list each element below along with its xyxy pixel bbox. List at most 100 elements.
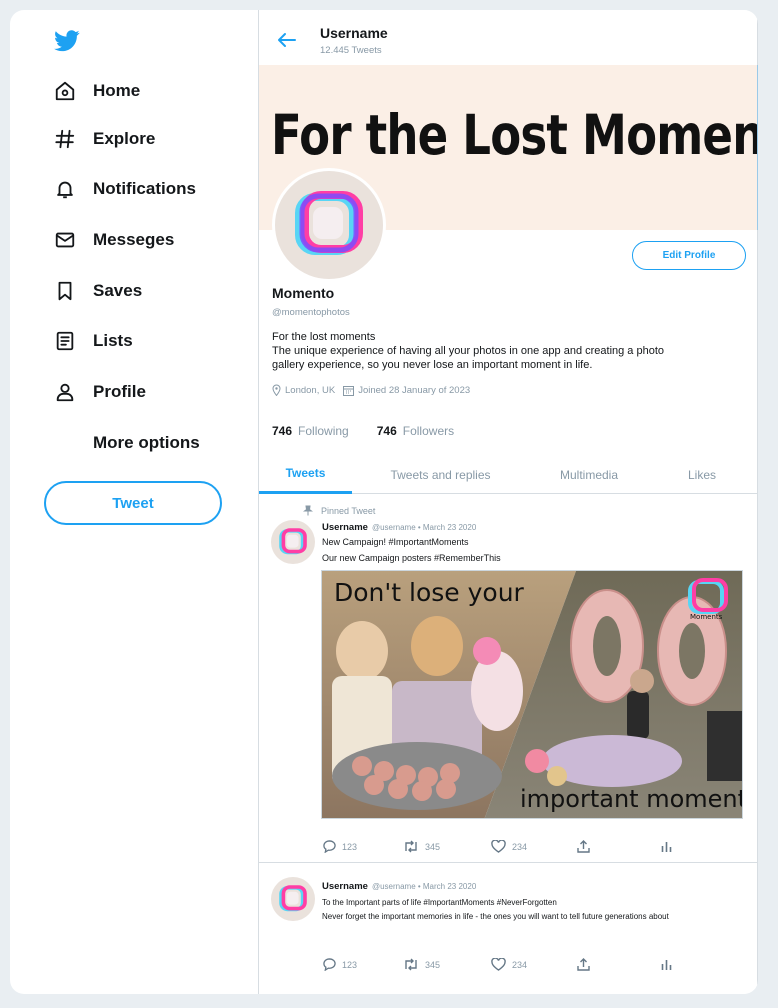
sidebar-item-label: Lists bbox=[93, 331, 133, 350]
retweet-icon bbox=[405, 840, 417, 853]
profile-name: Momento bbox=[272, 285, 335, 301]
share-button[interactable] bbox=[577, 958, 596, 971]
following-count: 746 bbox=[272, 424, 293, 438]
profile-bio: For the lost moments The unique experien… bbox=[272, 330, 672, 372]
banner-text: For the Lost Moments bbox=[271, 103, 758, 167]
sidebar-item-notifications[interactable]: Notifications bbox=[52, 174, 196, 204]
tweet-author[interactable]: Username bbox=[322, 881, 368, 892]
envelope-icon bbox=[52, 227, 78, 253]
joined-item: Joined 28 January of 2023 bbox=[343, 385, 470, 396]
sidebar-item-label: Profile bbox=[93, 382, 146, 401]
comment-icon bbox=[323, 840, 336, 853]
sidebar-item-explore[interactable]: Explore bbox=[52, 124, 155, 154]
tweet-header: Username @username • March 23 2020 bbox=[322, 881, 476, 892]
tweet-line: To the Important parts of life #Importan… bbox=[322, 898, 557, 907]
location-pin-icon bbox=[272, 384, 281, 396]
tab-tweets-and-replies[interactable]: Tweets and replies bbox=[377, 455, 504, 494]
edit-profile-button[interactable]: Edit Profile bbox=[632, 241, 746, 270]
sidebar-item-lists[interactable]: Lists bbox=[52, 326, 133, 356]
profile-handle: @momentophotos bbox=[272, 307, 350, 318]
person-icon bbox=[52, 379, 78, 405]
profile-tabs: Tweets Tweets and replies Multimedia Lik… bbox=[259, 455, 758, 494]
heart-icon bbox=[491, 840, 506, 853]
tweet-button[interactable]: Tweet bbox=[44, 481, 222, 525]
campaign-poster-image: Moments Don't lose your important moment… bbox=[322, 571, 743, 818]
sidebar-item-label: More options bbox=[93, 433, 200, 452]
back-arrow-icon[interactable] bbox=[277, 32, 297, 48]
sidebar: Home Explore Notifications Messeges Save… bbox=[10, 10, 258, 994]
more-spacer bbox=[52, 430, 78, 456]
heart-icon bbox=[491, 958, 506, 971]
profile-header-bar: Username 12.445 Tweets bbox=[259, 10, 758, 65]
pinned-label: Pinned Tweet bbox=[303, 505, 375, 516]
sidebar-item-label: Notifications bbox=[93, 179, 196, 198]
follow-stats: 746 Following 746 Followers bbox=[272, 424, 482, 438]
tab-tweets[interactable]: Tweets bbox=[259, 455, 352, 494]
profile-meta: London, UK Joined 28 January of 2023 bbox=[272, 384, 478, 396]
like-count: 234 bbox=[512, 959, 528, 970]
like-button[interactable]: 234 bbox=[491, 840, 527, 853]
sidebar-item-home[interactable]: Home bbox=[52, 76, 140, 106]
analytics-button[interactable] bbox=[661, 840, 678, 852]
bio-line: The unique experience of having all your… bbox=[272, 345, 665, 371]
tweet-media-image[interactable]: Moments Don't lose your important moment… bbox=[321, 570, 743, 819]
app-window: Home Explore Notifications Messeges Save… bbox=[10, 10, 758, 994]
tweet-meta: @username • March 23 2020 bbox=[371, 882, 477, 891]
analytics-button[interactable] bbox=[661, 958, 678, 970]
twitter-logo-icon[interactable] bbox=[54, 30, 80, 52]
tweet-header: Username @username • March 23 2020 bbox=[322, 522, 476, 533]
reply-button[interactable]: 123 bbox=[323, 958, 357, 971]
tweet-line: Our new Campaign posters #RememberThis bbox=[322, 553, 501, 563]
followers-label: Followers bbox=[402, 424, 455, 438]
sidebar-item-messages[interactable]: Messeges bbox=[52, 225, 174, 255]
bell-icon bbox=[52, 176, 78, 202]
analytics-icon bbox=[661, 842, 672, 852]
momento-logo-icon bbox=[279, 885, 307, 912]
sidebar-item-label: Messeges bbox=[93, 230, 175, 249]
reply-count: 123 bbox=[342, 841, 358, 852]
tab-likes[interactable]: Likes bbox=[677, 455, 727, 494]
retweet-icon bbox=[405, 958, 417, 971]
pin-icon bbox=[303, 505, 313, 516]
sidebar-item-label: Home bbox=[93, 81, 141, 100]
share-button[interactable] bbox=[577, 840, 596, 853]
retweet-button[interactable]: 345 bbox=[403, 840, 440, 853]
joined-text: Joined 28 January of 2023 bbox=[358, 384, 471, 396]
sidebar-item-profile[interactable]: Profile bbox=[52, 377, 146, 407]
like-count: 234 bbox=[512, 841, 528, 852]
following-label: Following bbox=[298, 424, 349, 438]
media-text-bottom: important moments bbox=[520, 785, 743, 813]
retweet-count: 345 bbox=[425, 841, 441, 852]
retweet-button[interactable]: 345 bbox=[403, 958, 440, 971]
bookmark-icon bbox=[52, 278, 78, 304]
momento-logo-icon bbox=[279, 528, 307, 555]
tab-multimedia[interactable]: Multimedia bbox=[546, 455, 632, 494]
bio-line: For the lost moments bbox=[272, 331, 376, 343]
retweet-count: 345 bbox=[425, 959, 441, 970]
media-logo-text: Moments bbox=[690, 613, 723, 621]
momento-logo-icon bbox=[295, 191, 363, 255]
tweet-author[interactable]: Username bbox=[322, 522, 368, 533]
following-stat[interactable]: 746 Following bbox=[272, 424, 349, 438]
followers-stat[interactable]: 746 Followers bbox=[377, 424, 454, 438]
avatar[interactable] bbox=[272, 168, 386, 282]
home-icon bbox=[52, 78, 78, 104]
tweet-avatar[interactable] bbox=[271, 877, 315, 921]
sidebar-item-more-options[interactable]: More options bbox=[52, 428, 200, 458]
location-item: London, UK bbox=[272, 384, 335, 396]
comment-icon bbox=[323, 958, 336, 971]
sidebar-item-label: Saves bbox=[93, 281, 143, 300]
share-icon bbox=[577, 958, 590, 971]
reply-button[interactable]: 123 bbox=[323, 840, 357, 853]
pinned-text: Pinned Tweet bbox=[321, 505, 376, 516]
tweet-avatar[interactable] bbox=[271, 520, 315, 564]
sidebar-item-label: Explore bbox=[93, 129, 156, 148]
media-text-top: Don't lose your bbox=[334, 578, 525, 607]
sidebar-item-saves[interactable]: Saves bbox=[52, 276, 142, 306]
followers-count: 746 bbox=[376, 424, 397, 438]
tweet-meta: @username • March 23 2020 bbox=[371, 523, 477, 532]
header-title: Username bbox=[320, 25, 388, 41]
tweet-count: 12.445 Tweets bbox=[320, 45, 382, 56]
like-button[interactable]: 234 bbox=[491, 958, 527, 971]
tweet-actions: 123 345 234 bbox=[323, 958, 683, 974]
